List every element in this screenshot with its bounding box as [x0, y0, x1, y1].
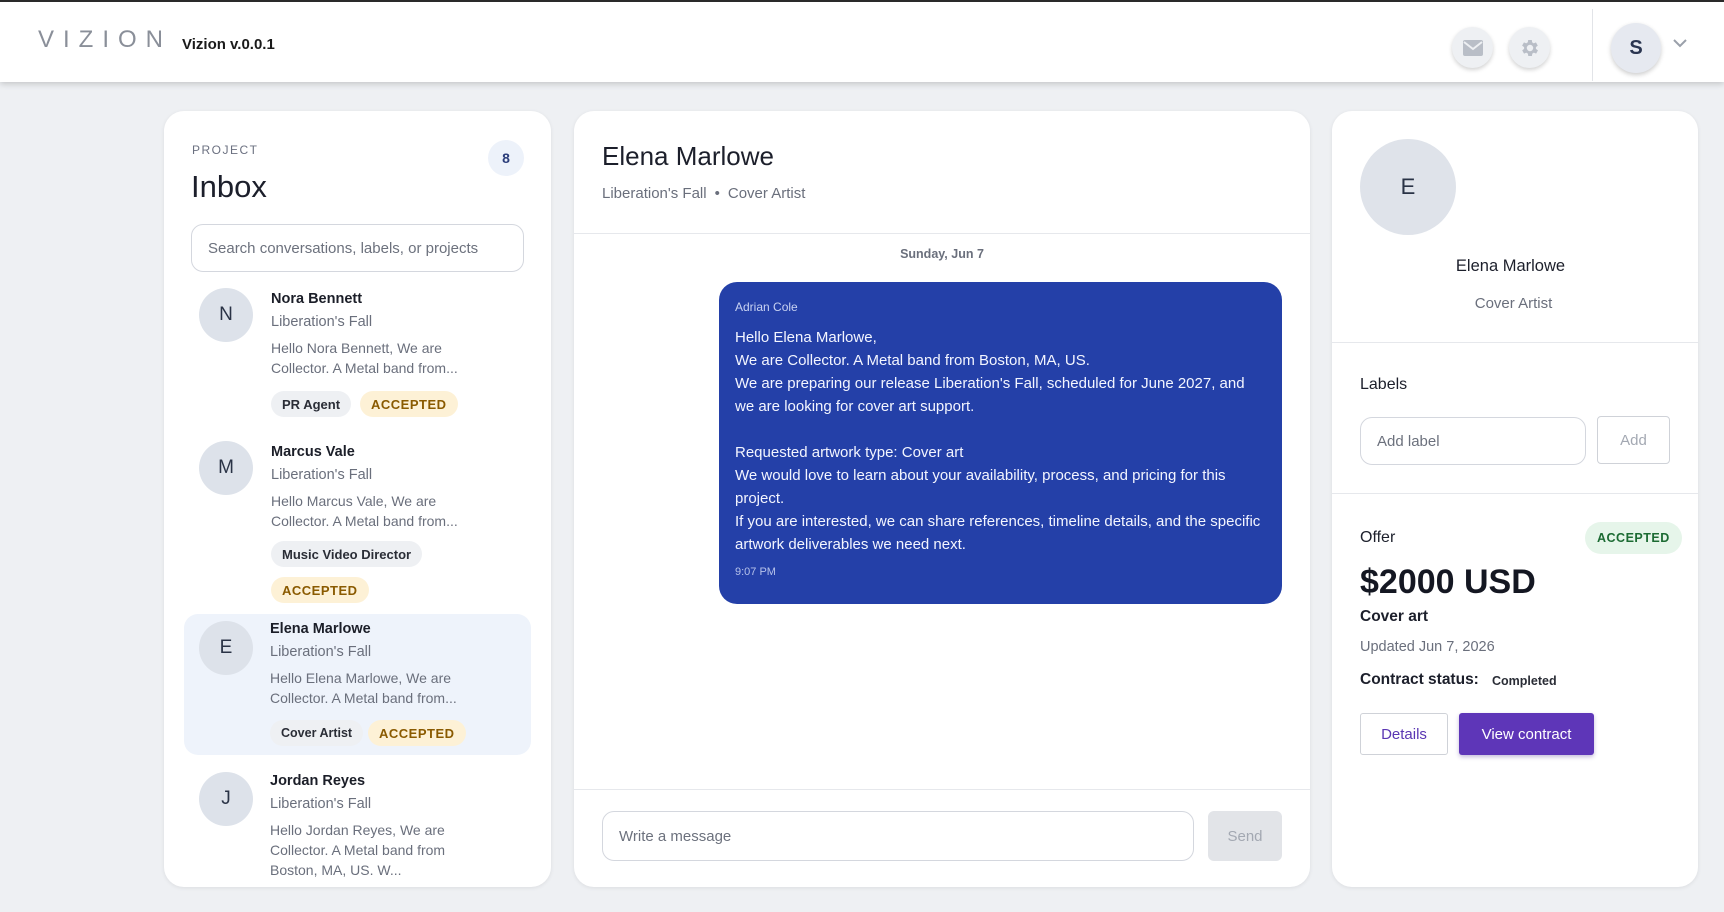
contact-name: Elena Marlowe — [1455, 257, 1566, 275]
conversation-item-marcus-vale[interactable]: M Marcus Vale Liberation's Fall Hello Ma… — [184, 433, 531, 608]
message-sender: Adrian Cole — [735, 300, 798, 314]
role-chip: Music Video Director — [271, 541, 423, 567]
conversation-project: Liberation's Fall — [270, 796, 372, 812]
add-label-input[interactable] — [1360, 417, 1586, 465]
chat-project: Liberation's Fall — [602, 185, 707, 202]
section-divider — [1332, 493, 1698, 494]
view-contract-button[interactable]: View contract — [1459, 713, 1594, 755]
conversation-item-elena-marlowe[interactable]: E Elena Marlowe Liberation's Fall Hello … — [184, 614, 531, 755]
offer-price: $2000 USD — [1360, 563, 1536, 601]
conversation-snippet: Hello Nora Bennett, We are Collector. A … — [271, 340, 458, 376]
conversation-item-jordan-reyes[interactable]: J Jordan Reyes Liberation's Fall Hello J… — [184, 765, 531, 887]
contract-status-label: Contract status: — [1360, 671, 1479, 688]
conversation-count-badge: 8 — [488, 140, 524, 176]
offer-status-badge: ACCEPTED — [1585, 522, 1682, 554]
labels-heading: Labels — [1360, 376, 1408, 393]
chat-subtitle: Liberation's Fall • Cover Artist — [602, 185, 805, 202]
role-chip: PR Agent — [271, 391, 352, 417]
offer-heading: Offer — [1360, 529, 1396, 546]
avatar: M — [199, 441, 253, 495]
header-divider — [1592, 9, 1593, 81]
conversation-project: Liberation's Fall — [270, 644, 372, 660]
conversation-name: Marcus Vale — [271, 444, 355, 460]
message-body: Hello Elena Marlowe, We are Collector. A… — [735, 329, 1261, 553]
conversation-project: Liberation's Fall — [271, 467, 373, 483]
search-input[interactable] — [191, 224, 524, 272]
user-avatar[interactable]: S — [1611, 23, 1661, 73]
status-badge: ACCEPTED — [360, 391, 458, 417]
composer-divider — [574, 789, 1310, 790]
separator-dot: • — [714, 185, 720, 202]
gear-icon[interactable] — [1509, 27, 1550, 68]
conversation-item-nora-bennett[interactable]: N Nora Bennett Liberation's Fall Hello N… — [184, 280, 531, 430]
chat-role: Cover Artist — [727, 185, 806, 202]
message-timestamp: 9:07 PM — [735, 566, 776, 578]
contract-status-value: Completed — [1492, 674, 1557, 688]
contact-role: Cover Artist — [1474, 295, 1553, 312]
offer-updated-date: Updated Jun 7, 2026 — [1360, 639, 1495, 655]
conversation-name: Nora Bennett — [271, 291, 363, 307]
chat-panel: Elena Marlowe Liberation's Fall • Cover Ar… — [574, 111, 1310, 887]
conversation-snippet: Hello Marcus Vale, We are Collector. A M… — [271, 493, 458, 529]
message-input[interactable] — [602, 811, 1194, 861]
section-divider — [1332, 342, 1698, 343]
date-separator: Sunday, Jun 7 — [900, 247, 984, 261]
chat-contact-name: Elena Marlowe — [602, 141, 774, 171]
contact-details-panel: E Elena Marlowe Cover Artist Labels Add … — [1332, 111, 1698, 887]
conversation-name: Elena Marlowe — [270, 621, 371, 637]
message-bubble: Adrian Cole Hello Elena Marlowe, We are … — [719, 282, 1282, 604]
chevron-down-icon[interactable] — [1672, 36, 1688, 54]
avatar: E — [199, 621, 253, 675]
conversation-name: Jordan Reyes — [270, 773, 366, 789]
status-badge: ACCEPTED — [271, 577, 369, 603]
details-button[interactable]: Details — [1360, 713, 1448, 755]
avatar: N — [199, 288, 253, 342]
project-label: PROJECT — [192, 143, 259, 157]
offer-type: Cover art — [1360, 608, 1429, 625]
inbox-title: Inbox — [191, 169, 267, 204]
app-version: Vizion v.0.0.1 — [182, 36, 275, 53]
add-label-button[interactable]: Add — [1597, 416, 1670, 464]
mail-icon[interactable] — [1452, 27, 1493, 68]
vizion-logo[interactable]: VIZION — [38, 26, 172, 54]
conversation-project: Liberation's Fall — [271, 314, 373, 330]
send-button[interactable]: Send — [1208, 811, 1282, 861]
chat-header-divider — [574, 233, 1310, 234]
contact-avatar: E — [1360, 139, 1456, 235]
status-badge: ACCEPTED — [368, 720, 466, 746]
avatar: J — [199, 772, 253, 826]
inbox-panel: PROJECT Inbox 8 N Nora Bennett Liberatio… — [164, 111, 551, 887]
top-bar: VIZION Vizion v.0.0.1 S — [0, 0, 1724, 82]
conversation-snippet: Hello Elena Marlowe, We are Collector. A… — [270, 670, 457, 706]
conversation-snippet: Hello Jordan Reyes, We are Collector. A … — [270, 822, 446, 878]
role-chip: Cover Artist — [270, 720, 364, 746]
